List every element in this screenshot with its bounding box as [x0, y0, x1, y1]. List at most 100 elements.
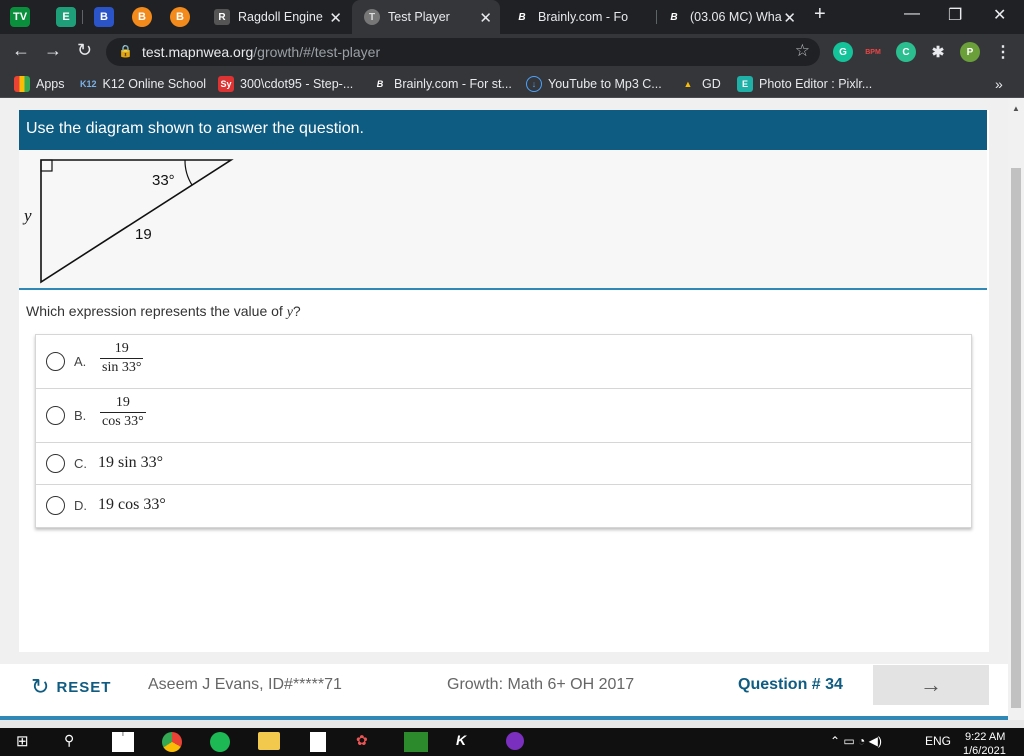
file-explorer-icon[interactable] — [258, 732, 280, 750]
test-player-page: Use the diagram shown to answer the ques… — [0, 98, 1008, 718]
question-header: Use the diagram shown to answer the ques… — [19, 110, 987, 150]
reset-button[interactable]: ↻ RESET — [31, 674, 111, 700]
tab-ragdoll-engine[interactable]: R Ragdoll Engine ✕ — [206, 0, 350, 34]
language-indicator[interactable]: ENG — [925, 734, 951, 748]
browser-toolbar: ← → ↻ 🔒 test.mapnwea.org/growth/#/test-p… — [0, 34, 1024, 70]
brainly-icon: B — [376, 79, 384, 89]
angle-arc — [184, 159, 193, 186]
bookmarks-bar: Apps K12 K12 Online School Sy 300\cdot95… — [0, 70, 1024, 98]
k12-icon: K12 — [80, 79, 97, 89]
media-icon[interactable] — [506, 732, 524, 750]
tab-test-player[interactable]: T Test Player ✕ — [352, 0, 500, 34]
bookmark-gd[interactable]: ▲ GD — [680, 76, 721, 92]
pinned-tab-1[interactable]: TV — [10, 7, 30, 27]
bookmark-brainly[interactable]: B Brainly.com - For st... — [372, 76, 512, 92]
next-button[interactable]: → — [873, 665, 989, 705]
close-tab-icon[interactable]: ✕ — [783, 9, 796, 27]
student-info: Aseem J Evans, ID#*****71 — [148, 676, 342, 693]
spotify-icon[interactable] — [210, 732, 230, 752]
menu-kebab-icon[interactable]: ⋮ — [993, 42, 1013, 62]
bookmark-symbolab[interactable]: Sy 300\cdot95 - Step-... — [218, 76, 353, 92]
answer-choices: A. 19 sin 33° B. 19 cos 33° C. 19 sin 33… — [35, 334, 972, 528]
pinned-tab-4[interactable]: B — [132, 7, 152, 27]
radio-button[interactable] — [46, 352, 65, 371]
chrome-icon[interactable] — [162, 732, 182, 752]
ragdoll-favicon-icon: R — [214, 9, 230, 25]
document-icon[interactable] — [310, 732, 326, 752]
lock-icon: 🔒 — [118, 44, 133, 58]
extension-icon[interactable]: C — [896, 42, 916, 62]
browser-tab-bar: TV E B B B R Ragdoll Engine ✕ T Test Pla… — [0, 0, 1024, 34]
address-bar[interactable]: 🔒 test.mapnwea.org/growth/#/test-player … — [106, 38, 820, 66]
right-angle-marker — [40, 159, 53, 172]
symbolab-icon: Sy — [218, 76, 234, 92]
question-card: Use the diagram shown to answer the ques… — [19, 110, 989, 652]
question-prompt: Which expression represents the value of… — [26, 303, 301, 320]
download-icon: ↓ — [526, 76, 542, 92]
close-tab-icon[interactable]: ✕ — [329, 9, 342, 27]
fraction: 19 cos 33° — [100, 395, 146, 429]
radio-button[interactable] — [46, 454, 65, 473]
choice-c[interactable]: C. 19 sin 33° — [36, 443, 971, 485]
close-window-icon[interactable]: ✕ — [993, 5, 1006, 25]
triangle-diagram: 33° 19 y — [22, 159, 234, 284]
variable-label: y — [22, 206, 32, 225]
bookmark-star-icon[interactable]: ☆ — [795, 41, 810, 61]
page-scrollbar[interactable]: ▲ — [1008, 98, 1024, 720]
terms-of-use-icon[interactable]: T — [112, 732, 134, 752]
brainly-favicon-icon: B — [518, 11, 526, 23]
windows-start-icon[interactable]: ⊞ — [16, 732, 29, 750]
clock-time[interactable]: 9:22 AM — [965, 731, 1005, 743]
minimize-icon[interactable]: — — [904, 5, 920, 23]
bookmark-apps[interactable]: Apps — [14, 76, 65, 92]
radio-button[interactable] — [46, 406, 65, 425]
apps-grid-icon — [14, 76, 30, 92]
bookmark-pixlr[interactable]: E Photo Editor : Pixlr... — [737, 76, 872, 92]
app-icon[interactable]: ✿ — [356, 732, 368, 749]
forward-icon[interactable]: → — [44, 40, 62, 61]
side-label: 19 — [135, 226, 152, 243]
close-tab-icon[interactable]: ✕ — [479, 9, 492, 27]
bpm-extension-icon[interactable]: BPM — [863, 42, 883, 62]
question-number: Question # 34 — [738, 676, 843, 693]
restore-icon[interactable]: ❐ — [948, 5, 962, 25]
google-drive-icon: ▲ — [683, 79, 693, 89]
pinned-tab-5[interactable]: B — [170, 7, 190, 27]
scroll-up-arrow-icon[interactable]: ▲ — [1012, 104, 1020, 113]
radio-button[interactable] — [46, 496, 65, 515]
bookmark-k12[interactable]: K12 K12 Online School — [80, 76, 206, 92]
choice-d[interactable]: D. 19 cos 33° — [36, 485, 971, 527]
tab-brainly[interactable]: B Brainly.com - Fo — [504, 0, 654, 34]
kahoot-icon[interactable]: K — [456, 732, 466, 748]
url-text: test.mapnwea.org/growth/#/test-player — [142, 44, 381, 60]
pinned-tab-3[interactable]: B — [94, 7, 114, 27]
reset-icon: ↻ — [31, 674, 51, 699]
new-tab-icon[interactable]: + — [814, 3, 826, 26]
test-name: Growth: Math 6+ OH 2017 — [447, 676, 635, 693]
more-bookmarks-icon[interactable]: » — [995, 76, 1003, 92]
extensions-puzzle-icon[interactable]: ✱ — [928, 42, 948, 62]
clock-date[interactable]: 1/6/2021 — [963, 745, 1006, 756]
scroll-thumb[interactable] — [1011, 168, 1021, 708]
reload-icon[interactable]: ↻ — [77, 40, 92, 61]
fraction: 19 sin 33° — [100, 341, 144, 375]
tray-icons[interactable]: ⌃ ▭ ◔ ◀) — [830, 734, 882, 748]
bookmark-youtube-mp3[interactable]: ↓ YouTube to Mp3 C... — [526, 76, 662, 92]
test-footer: ↻ RESET Aseem J Evans, ID#*****71 Growth… — [0, 664, 1008, 720]
back-icon[interactable]: ← — [12, 40, 30, 61]
minecraft-icon[interactable] — [404, 732, 428, 752]
diagram-area: 33° 19 y — [19, 150, 987, 290]
angle-label: 33° — [152, 172, 175, 189]
brainly-favicon-icon: B — [670, 11, 678, 23]
pixlr-icon: E — [737, 76, 753, 92]
grammarly-extension-icon[interactable]: G — [833, 42, 853, 62]
search-icon[interactable]: ⚲ — [64, 732, 74, 749]
globe-favicon-icon: T — [364, 9, 380, 25]
pinned-tab-2[interactable]: E — [56, 7, 76, 27]
tab-brainly-question[interactable]: B (03.06 MC) Wha ✕ — [660, 0, 804, 34]
choice-b[interactable]: B. 19 cos 33° — [36, 389, 971, 443]
windows-taskbar: ⊞ ⚲ T ✿ K ⌃ ▭ ◔ ◀) ENG 9:22 AM 1/6/2021 — [0, 728, 1024, 756]
choice-a[interactable]: A. 19 sin 33° — [36, 335, 971, 389]
profile-avatar[interactable]: P — [960, 42, 980, 62]
triangle-shape — [40, 159, 234, 284]
